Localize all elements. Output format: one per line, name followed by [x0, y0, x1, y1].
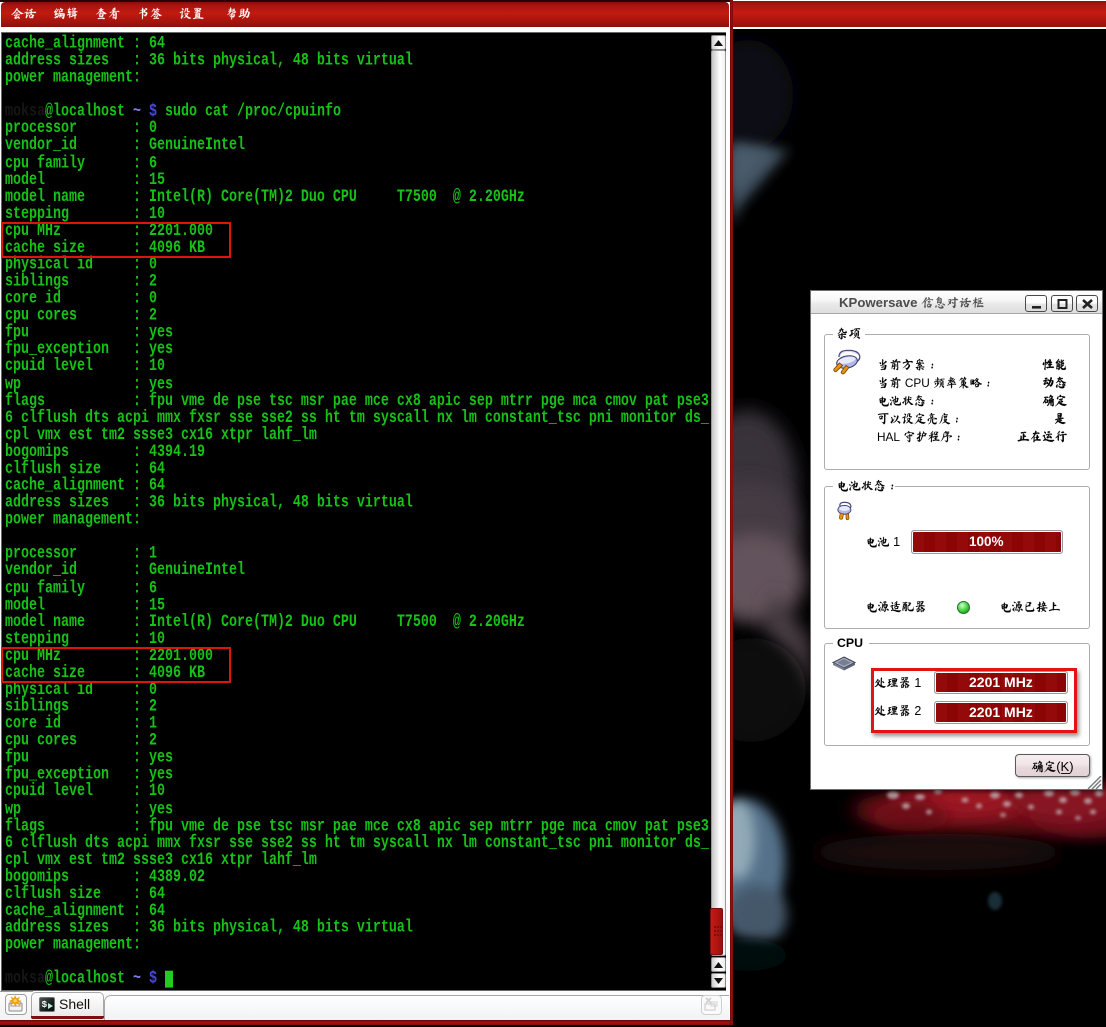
- svg-text:HAL: HAL: [877, 430, 903, 444]
- svg-text:2201 MHz: 2201 MHz: [969, 704, 1033, 720]
- svg-text:CPU: CPU: [837, 636, 863, 650]
- svg-text:2: 2: [911, 704, 921, 718]
- svg-text:2201 MHz: 2201 MHz: [969, 674, 1033, 690]
- svg-text:1: 1: [911, 676, 921, 690]
- svg-text:100%: 100%: [969, 534, 1004, 549]
- svg-text:1: 1: [890, 535, 900, 549]
- svg-text:CPU: CPU: [902, 376, 933, 390]
- svg-text:KPowersave: KPowersave: [839, 295, 921, 310]
